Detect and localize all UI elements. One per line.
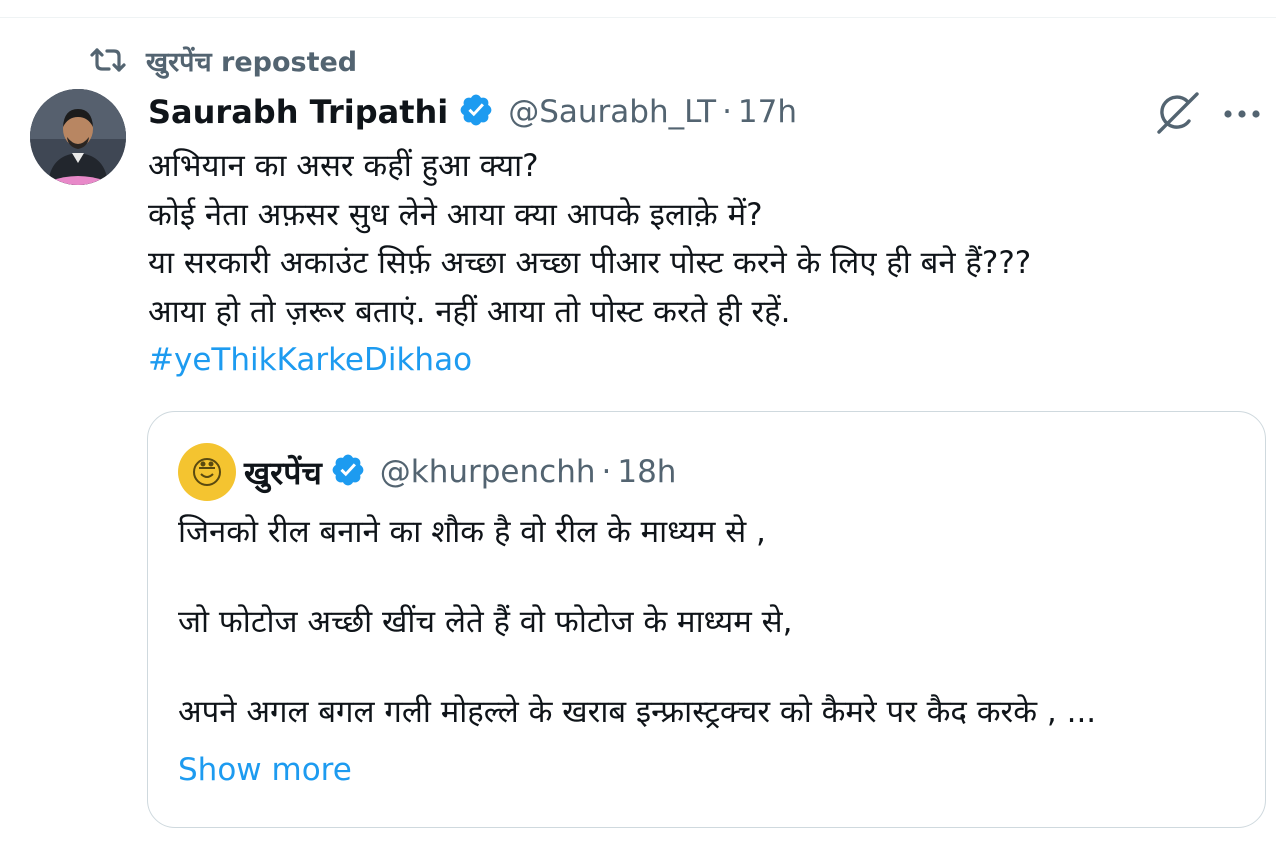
repost-label: खुरपेंच reposted — [146, 46, 358, 78]
grok-icon[interactable] — [1153, 90, 1203, 140]
quoted-tweet-header: खुरपेंच @khurpenchh · 18h — [178, 442, 676, 502]
quoted-separator-dot: · — [601, 454, 612, 490]
tweet-text-line: अभियान का असर कहीं हुआ क्या? — [148, 148, 539, 184]
tweet-text-line: आया हो तो ज़रूर बताएं. नहीं आया तो पोस्ट… — [148, 293, 791, 330]
quoted-timestamp: 18h — [617, 454, 677, 490]
post-timestamp[interactable]: 17h — [738, 94, 797, 130]
repost-icon — [88, 46, 128, 74]
quoted-tweet-card[interactable]: खुरपेंच @khurpenchh · 18h जिनको रील बनान… — [147, 411, 1266, 828]
tweet-text: अभियान का असर कहीं हुआ क्या? कोई नेता अफ… — [148, 142, 1248, 385]
author-avatar[interactable] — [30, 89, 126, 185]
repost-indicator[interactable]: खुरपेंच reposted — [88, 40, 357, 80]
author-handle[interactable]: @Saurabh_LT — [508, 94, 716, 130]
quoted-text-line: जो फोटोज अच्छी खींच लेते हैं वो फोटोज के… — [178, 604, 793, 640]
quoted-text-line — [178, 645, 1248, 690]
tweet-text-line: या सरकारी अकाउंट सिर्फ़ अच्छा अच्छा पीआर… — [148, 245, 1032, 281]
more-options-icon[interactable] — [1222, 105, 1262, 124]
quoted-author-avatar — [178, 443, 236, 501]
show-more-link[interactable]: Show more — [178, 752, 352, 788]
tweet-text-line: कोई नेता अफ़सर सुध लेने आया क्या आपके इल… — [148, 196, 763, 233]
author-name[interactable]: Saurabh Tripathi — [148, 93, 448, 131]
quoted-author-handle: @khurpenchh — [379, 454, 596, 490]
quoted-verified-badge-icon — [330, 452, 366, 492]
verified-badge-icon[interactable] — [458, 92, 494, 132]
hashtag-link[interactable]: #yeThikKarkeDikhao — [148, 336, 1248, 385]
quoted-text-line — [178, 555, 1248, 600]
quoted-author-name: खुरपेंच — [244, 453, 322, 492]
separator-dot: · — [722, 94, 732, 130]
quoted-text-line: जिनको रील बनाने का शौक है वो रील के माध्… — [178, 514, 766, 550]
quoted-tweet-text: जिनको रील बनाने का शौक है वो रील के माध्… — [178, 510, 1248, 735]
quoted-text-line: अपने अगल बगल गली मोहल्ले के खराब इन्फ्रा… — [178, 694, 1097, 730]
top-divider — [0, 17, 1276, 18]
tweet-header: Saurabh Tripathi @Saurabh_LT · 17h — [148, 88, 797, 136]
